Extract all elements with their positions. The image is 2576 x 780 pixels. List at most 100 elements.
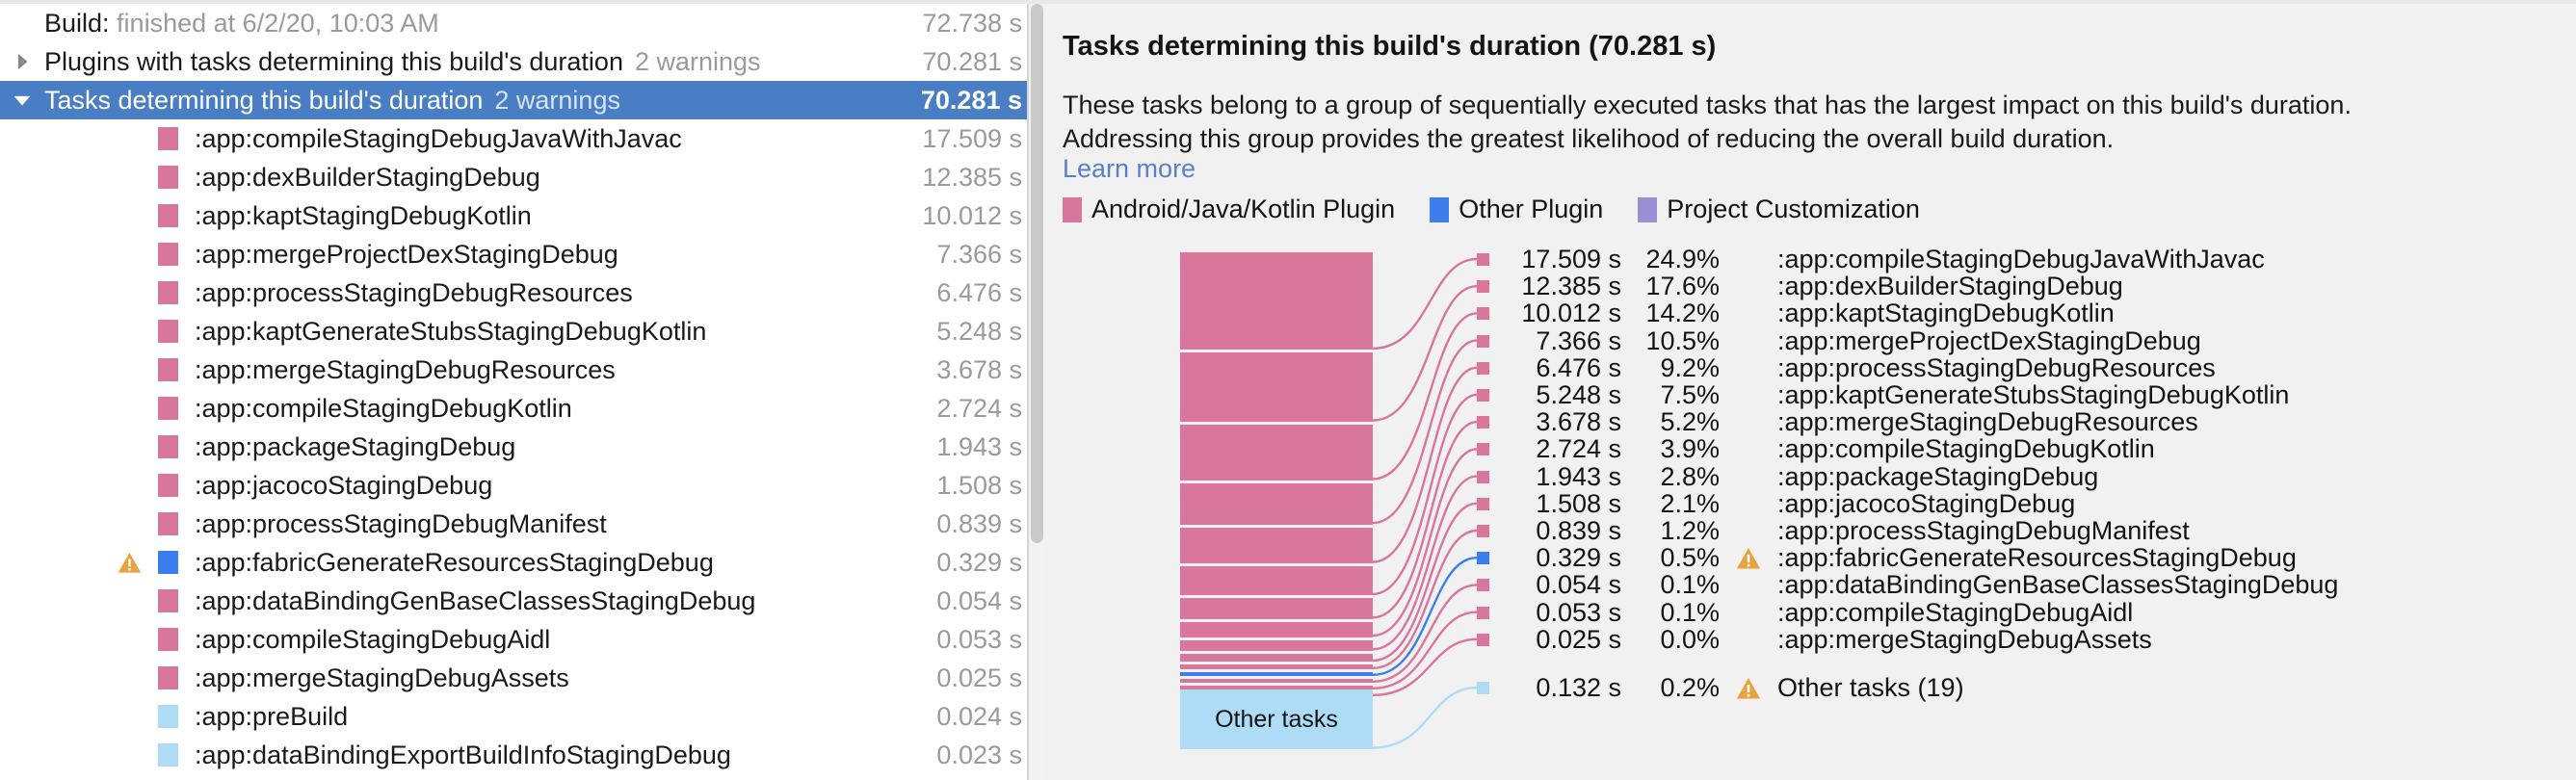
tree-row[interactable]: Tasks determining this build's duration 2…: [0, 81, 1045, 119]
tree-row[interactable]: :app:mergeStagingDebugAssets 0.025 s: [0, 659, 1045, 697]
tree-row[interactable]: :app:compileStagingDebugKotlin 2.724 s: [0, 389, 1045, 428]
callout-percent: 2.1%: [1660, 488, 1720, 518]
callout-color-marker: [1477, 525, 1489, 537]
task-color-swatch: [150, 666, 195, 689]
callout-color-marker: [1477, 253, 1489, 266]
callout-task-name: :app:kaptGenerateStubsStagingDebugKotlin: [1777, 380, 2290, 409]
callout-color-marker: [1477, 579, 1489, 592]
detail-title: Tasks determining this build's duration …: [1063, 31, 1717, 62]
tree-row-label: :app:compileStagingDebugJavaWithJavac: [195, 123, 682, 153]
build-tree[interactable]: Build: finished at 6/2/20, 10:03 AM 72.73…: [0, 4, 1045, 774]
task-color-swatch: [150, 512, 195, 535]
tree-row-duration: 6.476 s: [936, 277, 1022, 307]
tree-row[interactable]: :app:dataBindingGenBaseClassesStagingDeb…: [0, 582, 1045, 620]
learn-more-link[interactable]: Learn more: [1063, 154, 1196, 184]
legend-swatch: [1063, 196, 1082, 222]
bar-segment[interactable]: [1180, 252, 1373, 351]
other-tasks-bar-segment[interactable]: Other tasks: [1180, 689, 1373, 749]
chevron-down-icon[interactable]: [0, 90, 44, 111]
tree-row[interactable]: :app:compileStagingDebugJavaWithJavac 17.…: [0, 119, 1045, 158]
task-color-swatch: [150, 743, 195, 767]
callout-duration: 3.678 s: [1536, 407, 1621, 437]
bar-segment[interactable]: [1180, 672, 1373, 677]
tree-row[interactable]: Plugins with tasks determining this buil…: [0, 42, 1045, 81]
tree-row-label: :app:jacocoStagingDebug: [195, 470, 493, 500]
callout-duration: 17.509 s: [1521, 245, 1621, 273]
warning-icon: [1735, 675, 1762, 702]
tree-row-label: Build: finished at 6/2/20, 10:03 AM: [44, 9, 439, 39]
tree-row[interactable]: :app:dexBuilderStagingDebug 12.385 s: [0, 158, 1045, 196]
task-color-swatch: [150, 166, 195, 189]
tree-row[interactable]: :app:mergeProjectDexStagingDebug 7.366 s: [0, 235, 1045, 273]
callout-color-marker: [1477, 606, 1489, 619]
callout-task-name: :app:dataBindingGenBaseClassesStagingDeb…: [1777, 570, 2339, 600]
tree-row-duration: 0.053 s: [936, 624, 1022, 654]
detail-description: These tasks belong to a group of sequent…: [1063, 89, 2546, 156]
bar-segment[interactable]: [1180, 425, 1373, 481]
tree-row-label: :app:compileStagingDebugKotlin: [195, 393, 572, 423]
tree-row[interactable]: :app:processStagingDebugManifest 0.839 s: [0, 505, 1045, 543]
bar-segment[interactable]: [1180, 621, 1373, 637]
tree-row[interactable]: :app:compileStagingDebugAidl 0.053 s: [0, 620, 1045, 659]
legend-swatch: [1638, 196, 1658, 222]
tree-row-duration: 0.329 s: [936, 547, 1022, 577]
tree-row-label: :app:packageStagingDebug: [195, 431, 516, 461]
stacked-bar[interactable]: [1180, 252, 1373, 697]
tree-row[interactable]: :app:packageStagingDebug 1.943 s: [0, 428, 1045, 466]
legend-item: Other Plugin: [1430, 195, 1603, 224]
chevron-right-icon[interactable]: [0, 51, 44, 72]
callout-color-marker: [1477, 552, 1489, 565]
callout-percent: 0.1%: [1660, 570, 1720, 600]
bar-segment[interactable]: [1180, 566, 1373, 596]
tree-row[interactable]: :app:dataBindingExportBuildInfoStagingDe…: [0, 736, 1045, 774]
legend-label: Other Plugin: [1459, 195, 1604, 223]
callout-percent: 5.2%: [1660, 407, 1720, 437]
bar-segment[interactable]: [1180, 598, 1373, 619]
tree-row-duration: 0.839 s: [936, 508, 1022, 538]
tree-scrollbar-thumb[interactable]: [1031, 4, 1043, 543]
tree-row-duration: 1.508 s: [936, 470, 1022, 500]
chart-legend: Android/Java/Kotlin Plugin Other Plugin Pr…: [1063, 195, 1955, 224]
callout-duration: 6.476 s: [1536, 352, 1621, 382]
bar-segment[interactable]: [1180, 679, 1373, 684]
tree-row-duration: 12.385 s: [922, 162, 1022, 192]
tree-row-duration: 0.024 s: [936, 701, 1022, 731]
bar-segment[interactable]: [1180, 527, 1373, 564]
tree-row-duration: 17.509 s: [922, 123, 1022, 153]
tree-row[interactable]: :app:preBuild 0.024 s: [0, 697, 1045, 736]
tree-row[interactable]: :app:kaptStagingDebugKotlin 10.012 s: [0, 196, 1045, 235]
callout-percent: 0.2%: [1660, 673, 1720, 702]
tree-row-label: :app:dataBindingExportBuildInfoStagingDe…: [195, 740, 731, 769]
bar-segment[interactable]: [1180, 664, 1373, 670]
bar-segment[interactable]: [1180, 482, 1373, 525]
bar-segment[interactable]: [1180, 352, 1373, 422]
task-color-swatch: [150, 628, 195, 651]
task-color-swatch: [150, 358, 195, 381]
tree-row[interactable]: :app:processStagingDebugResources 6.476 s: [0, 273, 1045, 312]
tree-row[interactable]: Build: finished at 6/2/20, 10:03 AM 72.73…: [0, 4, 1045, 42]
bar-segment[interactable]: [1180, 639, 1373, 651]
callout-duration: 10.012 s: [1521, 299, 1621, 328]
tree-row[interactable]: :app:mergeStagingDebugResources 3.678 s: [0, 351, 1045, 389]
task-color-swatch: [150, 474, 195, 497]
task-color-swatch: [150, 589, 195, 612]
callout-task-name: :app:mergeProjectDexStagingDebug: [1777, 325, 2201, 355]
tree-row[interactable]: :app:jacocoStagingDebug 1.508 s: [0, 466, 1045, 505]
tree-row-label: :app:processStagingDebugManifest: [195, 508, 607, 538]
tree-row-label: :app:mergeStagingDebugResources: [195, 354, 616, 384]
warning-icon: [108, 550, 150, 576]
tree-row-label: :app:fabricGenerateResourcesStagingDebug: [195, 547, 714, 577]
callout-percent: 1.2%: [1660, 516, 1720, 545]
tree-row[interactable]: :app:fabricGenerateResourcesStagingDebug…: [0, 543, 1045, 582]
task-color-swatch: [150, 551, 195, 574]
bar-segment[interactable]: [1180, 653, 1373, 663]
callout-percent: 3.9%: [1660, 434, 1720, 464]
task-color-swatch: [150, 204, 195, 227]
callout-color-marker: [1477, 389, 1489, 402]
tree-scrollbar[interactable]: [1029, 4, 1045, 780]
callout-percent: 2.8%: [1660, 461, 1720, 491]
tree-row[interactable]: :app:kaptGenerateStubsStagingDebugKotlin…: [0, 312, 1045, 351]
callout-color-marker: [1477, 334, 1489, 348]
tree-row-duration: 5.248 s: [936, 316, 1022, 346]
tree-row-label-muted: finished at 6/2/20, 10:03 AM: [109, 8, 439, 38]
